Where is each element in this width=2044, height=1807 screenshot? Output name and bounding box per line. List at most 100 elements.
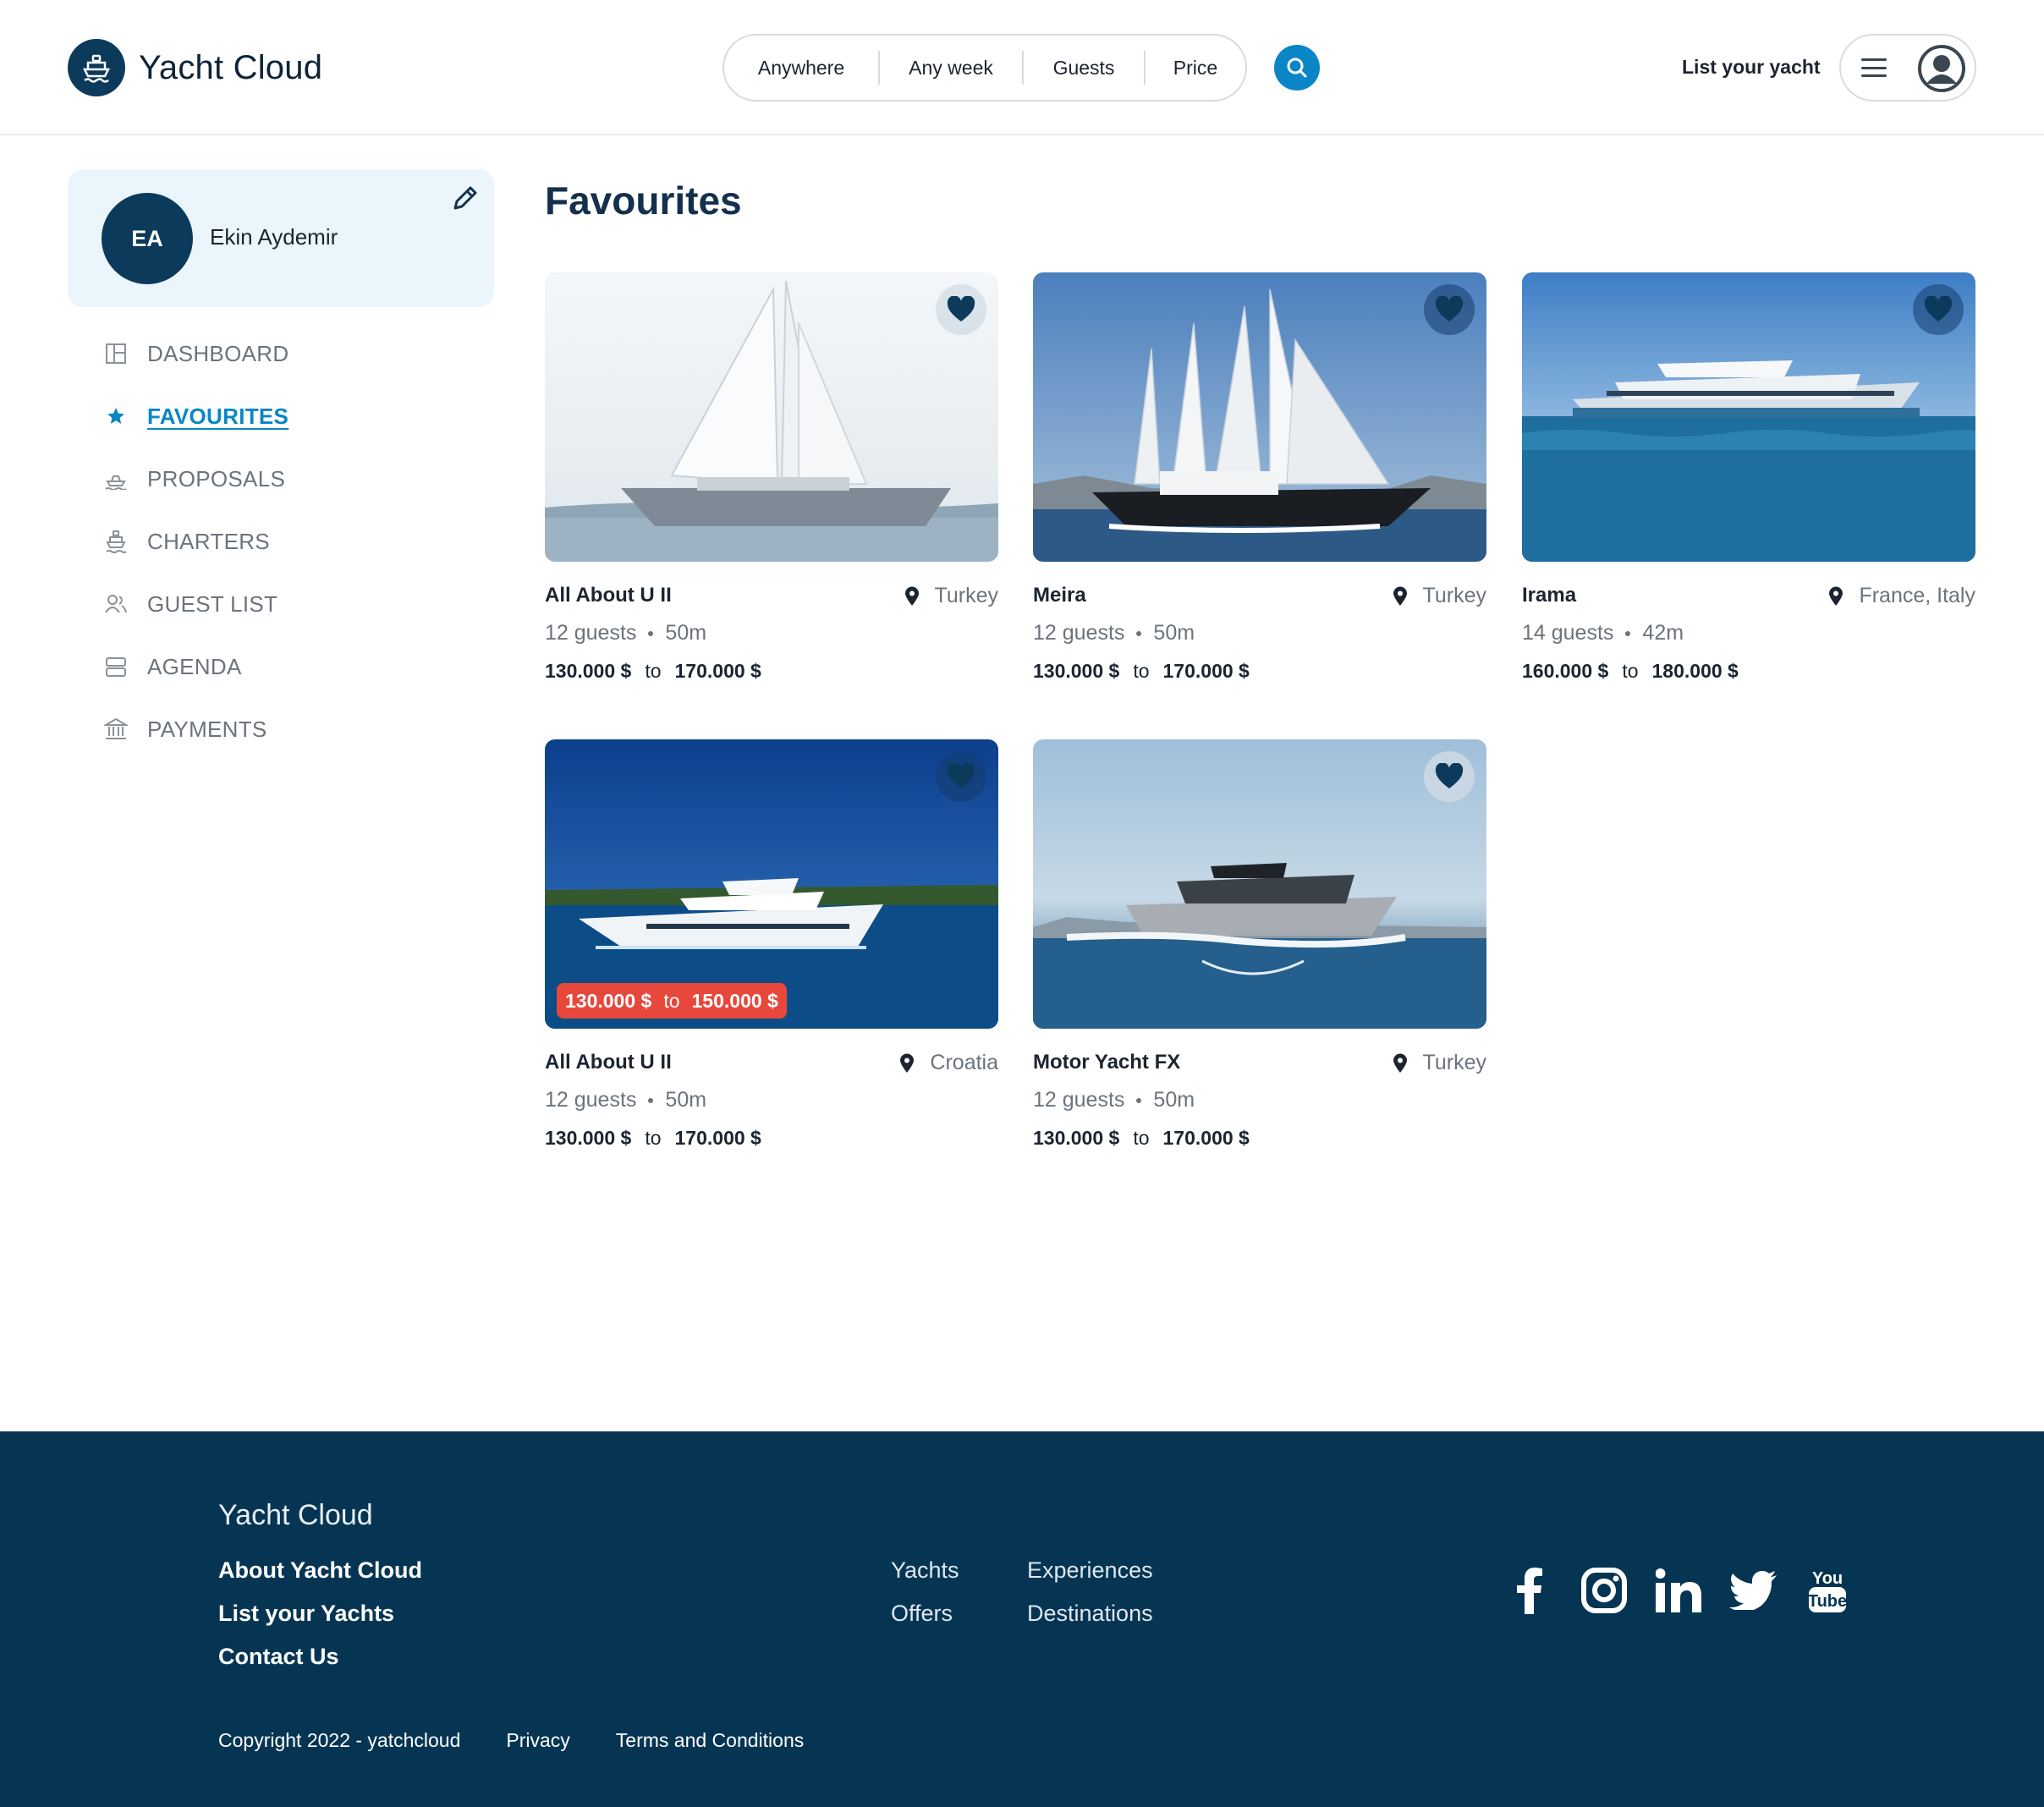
yacht-guests: 12 guests — [545, 1088, 637, 1112]
yacht-specs: 12 guests 50m — [1033, 621, 1195, 645]
footer-link-yachts[interactable]: Yachts — [891, 1557, 959, 1600]
yacht-price-range: 160.000 $ to 180.000 $ — [1522, 660, 1739, 682]
profile-name: Ekin Aydemir — [210, 224, 338, 250]
edit-pencil-icon[interactable] — [450, 183, 481, 213]
yacht-location: Turkey — [904, 584, 998, 608]
yacht-specs: 12 guests 50m — [545, 621, 706, 645]
yacht-length: 42m — [1642, 621, 1684, 645]
bullet-separator — [1136, 630, 1142, 636]
yacht-card[interactable]: Motor Yacht FX Turkey 12 guests 50m 130.… — [1033, 739, 1486, 1149]
yacht-location: France, Italy — [1828, 584, 1975, 608]
location-pin-icon — [1829, 586, 1843, 606]
footer-link-about[interactable]: About Yacht Cloud — [218, 1557, 422, 1600]
yacht-name[interactable]: Irama — [1522, 584, 1576, 607]
list-your-yacht-link[interactable]: List your yacht — [1682, 56, 1821, 79]
search-button[interactable] — [1274, 45, 1320, 91]
search-price[interactable]: Price — [1146, 51, 1245, 85]
sidebar-item-dashboard[interactable]: DASHBOARD — [102, 337, 288, 371]
svg-text:Tube: Tube — [1808, 1592, 1847, 1611]
search-when[interactable]: Any week — [880, 51, 1022, 85]
brand-logo[interactable]: Yacht Cloud — [68, 39, 322, 96]
yacht-location: Turkey — [1393, 1051, 1486, 1075]
agenda-icon — [102, 652, 130, 681]
yacht-name[interactable]: All About U II — [545, 1051, 672, 1074]
sidebar-item-favourites[interactable]: FAVOURITES — [102, 399, 288, 433]
location-pin-icon — [900, 1053, 915, 1073]
footer-link-destinations[interactable]: Destinations — [1027, 1600, 1153, 1643]
search-guests[interactable]: Guests — [1024, 51, 1144, 85]
page-title: Favourites — [545, 179, 742, 222]
yacht-photo[interactable] — [1522, 272, 1975, 562]
sidebar-item-payments[interactable]: PAYMENTS — [102, 712, 267, 746]
yacht-photo[interactable] — [545, 272, 998, 562]
youtube-icon[interactable]: You Tube — [1804, 1565, 1851, 1616]
yacht-length: 50m — [665, 1088, 707, 1112]
profile-card: EA Ekin Aydemir — [68, 169, 494, 307]
brand-name: Yacht Cloud — [139, 48, 323, 86]
top-header: Yacht Cloud Anywhere Any week Guests Pri… — [0, 0, 2044, 135]
yacht-card[interactable]: Meira Turkey 12 guests 50m 130.000 $ to … — [1033, 272, 1486, 682]
terms-link[interactable]: Terms and Conditions — [616, 1729, 804, 1752]
footer-link-contact[interactable]: Contact Us — [218, 1643, 422, 1686]
sidebar-item-agenda[interactable]: AGENDA — [102, 650, 242, 684]
yacht-guests: 14 guests — [1522, 621, 1614, 645]
star-icon — [102, 402, 130, 431]
favourite-button[interactable] — [936, 284, 986, 335]
site-footer: Yacht Cloud About Yacht Cloud List your … — [0, 1431, 2044, 1807]
yacht-specs: 12 guests 50m — [545, 1088, 706, 1112]
yacht-specs: 12 guests 50m — [1033, 1088, 1195, 1112]
yacht-name[interactable]: All About U II — [545, 584, 672, 607]
social-links: You Tube — [1506, 1565, 1851, 1616]
ship-icon — [102, 527, 130, 556]
yacht-card[interactable]: Irama France, Italy 14 guests 42m 160.00… — [1522, 272, 1975, 682]
yacht-price-range: 130.000 $ to 170.000 $ — [545, 660, 761, 682]
yacht-card[interactable]: All About U II Turkey 12 guests 50m 130.… — [545, 272, 998, 682]
yacht-guests: 12 guests — [1033, 621, 1125, 645]
instagram-icon[interactable] — [1580, 1565, 1628, 1616]
yacht-photo[interactable] — [1033, 739, 1486, 1029]
yacht-photo[interactable] — [1033, 272, 1486, 562]
bullet-separator — [1625, 630, 1631, 636]
footer-link-offers[interactable]: Offers — [891, 1600, 959, 1643]
facebook-icon[interactable] — [1506, 1565, 1553, 1616]
search-where[interactable]: Anywhere — [724, 51, 878, 85]
user-avatar-icon — [1918, 45, 1965, 92]
sidebar-item-charters[interactable]: CHARTERS — [102, 525, 270, 558]
linkedin-icon[interactable] — [1655, 1565, 1702, 1616]
price-badge: 130.000 $ to 150.000 $ — [557, 983, 787, 1019]
bullet-separator — [648, 1097, 654, 1103]
yacht-name[interactable]: Motor Yacht FX — [1033, 1051, 1180, 1074]
yacht-specs: 14 guests 42m — [1522, 621, 1684, 645]
footer-brand: Yacht Cloud — [218, 1499, 373, 1531]
search-bar[interactable]: Anywhere Any week Guests Price — [723, 34, 1247, 102]
yacht-card[interactable]: 130.000 $ to 150.000 $ All About U II Cr… — [545, 739, 998, 1149]
privacy-link[interactable]: Privacy — [506, 1729, 569, 1752]
heart-icon — [1435, 296, 1464, 321]
sidebar-item-proposals[interactable]: PROPOSALS — [102, 462, 285, 496]
favourite-button[interactable] — [1913, 284, 1964, 335]
favourite-button[interactable] — [1424, 751, 1475, 802]
search-icon — [1287, 58, 1307, 78]
favourite-button[interactable] — [936, 751, 986, 802]
sidebar-item-guest-list[interactable]: GUEST LIST — [102, 587, 277, 621]
yacht-photo[interactable]: 130.000 $ to 150.000 $ — [545, 739, 998, 1029]
yacht-price-range: 130.000 $ to 170.000 $ — [545, 1127, 761, 1149]
yacht-guests: 12 guests — [545, 621, 637, 645]
heart-icon — [1435, 763, 1464, 788]
yacht-name[interactable]: Meira — [1033, 584, 1086, 607]
footer-link-list-yachts[interactable]: List your Yachts — [218, 1600, 422, 1643]
user-menu-button[interactable] — [1839, 34, 1976, 102]
hamburger-menu-icon — [1861, 58, 1887, 77]
footer-links-col2: Experiences Destinations — [1027, 1557, 1153, 1643]
guests-icon — [102, 590, 130, 618]
twitter-icon[interactable] — [1729, 1565, 1777, 1616]
yacht-location: Turkey — [1393, 584, 1486, 608]
bank-icon — [102, 715, 130, 744]
footer-primary-links: About Yacht Cloud List your Yachts Conta… — [218, 1557, 422, 1686]
footer-bottom-bar: Copyright 2022 - yatchcloud Privacy Term… — [218, 1729, 804, 1752]
copyright-text: Copyright 2022 - yatchcloud — [218, 1729, 461, 1751]
svg-text:You: You — [1812, 1569, 1843, 1588]
favourite-button[interactable] — [1424, 284, 1475, 335]
bullet-separator — [648, 630, 654, 636]
footer-link-experiences[interactable]: Experiences — [1027, 1557, 1153, 1600]
